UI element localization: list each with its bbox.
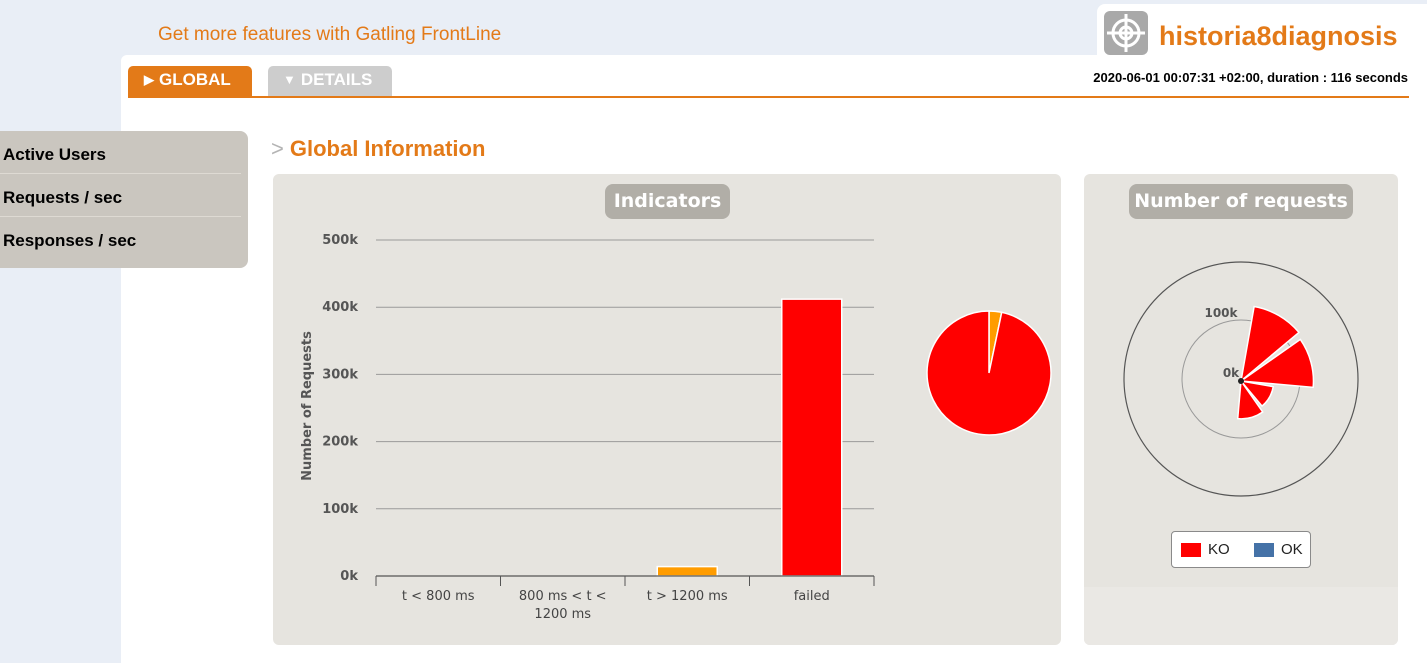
requests-polar-chart: 100k 0k <box>1123 261 1359 497</box>
chart-legend: KO OK <box>1171 531 1311 568</box>
bar <box>656 565 718 577</box>
y-tick-label: 300k <box>322 367 358 382</box>
y-tick-label: 100k <box>322 502 358 517</box>
frontline-promo-link[interactable]: Get more features with Gatling FrontLine <box>158 24 501 46</box>
x-tick-label: t > 1200 ms <box>647 589 728 604</box>
legend-swatch-ko <box>1181 542 1201 557</box>
bar <box>781 298 843 577</box>
legend-item-ko[interactable]: KO <box>1181 541 1230 558</box>
tab-details-label: DETAILS <box>300 70 373 89</box>
legend-swatch-ok <box>1254 542 1274 557</box>
y-tick-label: 0k <box>340 569 358 584</box>
x-tick-label: t < 800 ms <box>402 589 475 604</box>
section-title-text: Global Information <box>289 136 486 161</box>
x-tick-label: 800 ms < t < <box>519 589 607 604</box>
requests-panel-footer <box>1084 587 1398 645</box>
y-tick-label: 500k <box>322 233 358 248</box>
x-tick-label: failed <box>794 589 830 604</box>
tab-details[interactable]: ▼ DETAILS <box>268 66 392 96</box>
triangle-down-icon: ▼ <box>283 72 296 87</box>
section-marker: > <box>271 136 284 161</box>
tab-global[interactable]: ▶ GLOBAL <box>128 66 252 96</box>
sidebar-item-responses-per-sec[interactable]: Responses / sec <box>0 217 241 260</box>
polar-tick-label: 100k <box>1204 306 1238 320</box>
page-title: > Global Information <box>271 136 485 162</box>
crosshair-icon <box>1104 11 1148 55</box>
polar-tick-label: 0k <box>1223 366 1240 380</box>
header-divider <box>128 96 1409 98</box>
sidebar-item-active-users[interactable]: Active Users <box>0 131 241 174</box>
sidebar: Active Users Requests / sec Responses / … <box>0 131 248 268</box>
legend-label-ko: KO <box>1208 541 1230 558</box>
x-tick-label: 1200 ms <box>534 607 591 622</box>
triangle-right-icon: ▶ <box>144 72 154 87</box>
brand-name: historia8diagnosis <box>1159 21 1398 51</box>
y-axis-label: Number of Requests <box>300 331 315 481</box>
y-tick-label: 200k <box>322 435 358 450</box>
legend-label-ok: OK <box>1281 541 1303 558</box>
legend-item-ok[interactable]: OK <box>1254 541 1303 558</box>
indicators-chart: 0k 100k 200k 300k 400k 500k Number of Request… <box>300 233 1052 622</box>
tab-global-label: GLOBAL <box>159 70 231 89</box>
run-info: 2020-06-01 00:07:31 +02:00, duration : 1… <box>1093 70 1408 85</box>
pie-slice <box>926 310 1052 436</box>
y-tick-label: 400k <box>322 300 358 315</box>
sidebar-item-requests-per-sec[interactable]: Requests / sec <box>0 174 241 217</box>
